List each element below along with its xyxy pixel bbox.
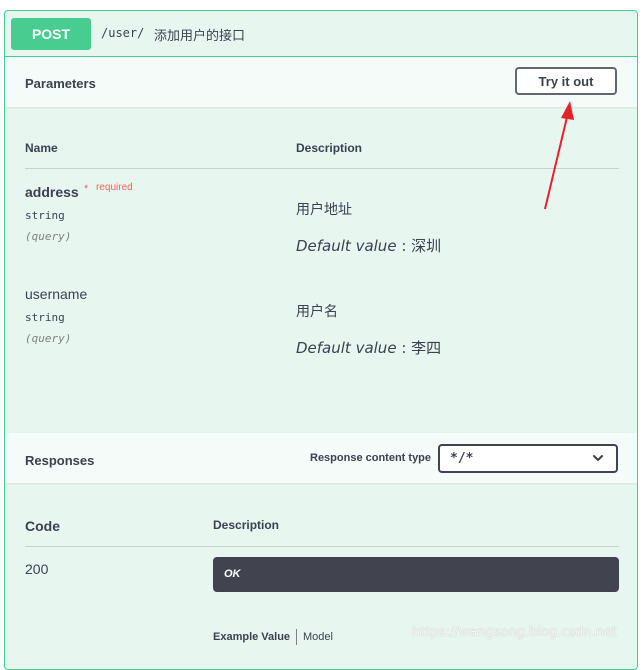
watermark-text: https://wangsong.blog.csdn.net [412,625,618,640]
param-table-divider [25,168,619,169]
http-method-badge: POST [11,18,91,50]
chevron-down-icon [593,455,603,461]
param-location-username: (query) [25,332,72,345]
param-type-username: string [25,311,65,324]
response-description-box: OK [213,557,619,592]
response-column-code: Code [25,518,60,534]
param-description-username: 用户名 [296,304,338,320]
example-value-tab[interactable]: Example Value [213,631,290,643]
model-tab[interactable]: Model [303,631,333,643]
param-description-address: 用户地址 [296,202,352,218]
response-column-description: Description [213,518,280,532]
response-table-divider [25,546,619,547]
param-name-address: address [25,184,79,200]
responses-title: Responses [25,453,95,468]
param-default-address: Default value : 深圳 [296,237,442,255]
required-label: required [96,182,133,193]
operation-block-post-user: POST /user/ 添加用户的接口 Parameters Try it ou… [4,10,638,670]
parameters-header: Parameters Try it out [5,57,637,107]
operation-summary-text: 添加用户的接口 [154,29,246,44]
responses-header: Responses Response content type */* [5,433,637,483]
param-column-description: Description [296,141,363,155]
param-location-address: (query) [25,230,72,243]
response-description-text: OK [224,568,241,580]
tab-separator [296,629,297,645]
response-content-type-label: Response content type [310,452,432,464]
param-name-username: username [25,286,88,302]
parameters-title: Parameters [25,76,96,91]
param-type-address: string [25,209,65,222]
content-type-value: */* [450,451,474,466]
response-code-200: 200 [25,561,49,577]
operation-summary[interactable]: POST /user/ 添加用户的接口 [5,11,637,57]
operation-path: /user/ [101,26,145,40]
response-content-type-select[interactable]: */* [438,444,618,473]
required-asterisk: * [84,183,89,195]
param-default-username: Default value : 李四 [296,339,442,357]
param-column-name: Name [25,141,58,155]
try-it-out-button[interactable]: Try it out [515,67,617,95]
